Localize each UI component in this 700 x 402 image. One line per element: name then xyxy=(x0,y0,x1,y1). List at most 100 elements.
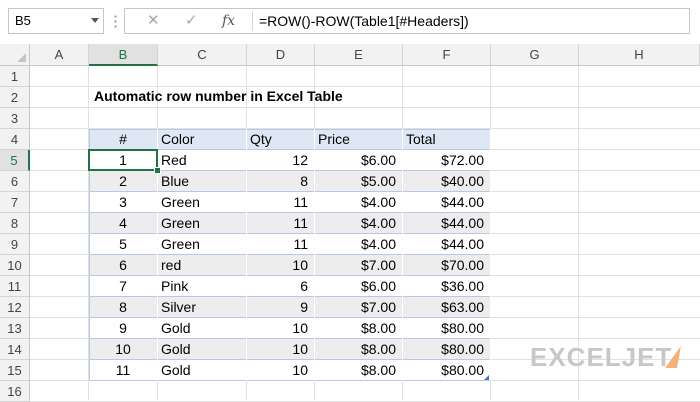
table-cell[interactable]: 10 xyxy=(247,360,315,381)
table-cell[interactable]: Blue xyxy=(158,171,247,192)
table-cell[interactable]: $44.00 xyxy=(403,213,491,234)
table-cell[interactable]: Red xyxy=(158,150,247,171)
table-cell[interactable]: $4.00 xyxy=(315,192,403,213)
formula-bar-splitter[interactable] xyxy=(114,14,117,28)
column-header-c[interactable]: C xyxy=(158,44,247,66)
table-header-cell[interactable]: Qty xyxy=(247,129,315,150)
row-header-16[interactable]: 16 xyxy=(0,381,30,402)
row-header-6[interactable]: 6 xyxy=(0,171,30,192)
table-header-cell[interactable]: Total xyxy=(403,129,491,150)
name-box-dropdown-icon[interactable] xyxy=(91,18,99,23)
table-cell[interactable]: 8 xyxy=(89,297,158,318)
select-all-corner[interactable] xyxy=(0,44,30,66)
table-cell[interactable]: 9 xyxy=(247,297,315,318)
row-header-3[interactable]: 3 xyxy=(0,108,30,129)
column-header-f[interactable]: F xyxy=(403,44,491,66)
insert-function-icon[interactable]: fx xyxy=(222,12,235,30)
table-cell[interactable]: 10 xyxy=(89,339,158,360)
table-cell[interactable]: 5 xyxy=(89,234,158,255)
column-header-b[interactable]: B xyxy=(89,44,158,66)
enter-icon[interactable]: ✓ xyxy=(185,12,198,30)
table-cell[interactable]: 11 xyxy=(89,360,158,381)
row-header-7[interactable]: 7 xyxy=(0,192,30,213)
row-header-5[interactable]: 5 xyxy=(0,150,30,171)
table-cell[interactable]: $7.00 xyxy=(315,255,403,276)
row-header-15[interactable]: 15 xyxy=(0,360,30,381)
row-header-14[interactable]: 14 xyxy=(0,339,30,360)
formula-bar: B5 ✕ ✓ fx =ROW()-ROW(Table1[#Headers]) xyxy=(0,0,700,44)
table-cell[interactable]: $80.00 xyxy=(403,360,491,381)
column-header-g[interactable]: G xyxy=(491,44,579,66)
table-cell[interactable]: 10 xyxy=(247,318,315,339)
table-cell[interactable]: Green xyxy=(158,213,247,234)
table-cell[interactable]: 7 xyxy=(89,276,158,297)
table-cell[interactable]: Green xyxy=(158,192,247,213)
cancel-icon[interactable]: ✕ xyxy=(147,12,160,30)
table-cell[interactable]: 10 xyxy=(247,339,315,360)
table-cell[interactable]: Gold xyxy=(158,360,247,381)
row-header-12[interactable]: 12 xyxy=(0,297,30,318)
table-cell[interactable]: 11 xyxy=(247,234,315,255)
table-cell[interactable]: $8.00 xyxy=(315,360,403,381)
table-resize-handle[interactable] xyxy=(484,375,489,380)
table-cell[interactable]: $80.00 xyxy=(403,339,491,360)
table-cell[interactable]: Green xyxy=(158,234,247,255)
name-box[interactable]: B5 xyxy=(8,8,104,34)
table-cell[interactable]: red xyxy=(158,255,247,276)
column-header-h[interactable]: H xyxy=(579,44,700,66)
table-cell[interactable]: 11 xyxy=(247,213,315,234)
table-cell[interactable]: $80.00 xyxy=(403,318,491,339)
table-header-cell[interactable]: # xyxy=(89,129,158,150)
table-header-cell[interactable]: Color xyxy=(158,129,247,150)
active-cell-outline[interactable] xyxy=(88,149,158,171)
table-cell[interactable]: $5.00 xyxy=(315,171,403,192)
table-cell[interactable]: 8 xyxy=(247,171,315,192)
table-cell[interactable]: 10 xyxy=(247,255,315,276)
table-cell[interactable]: 12 xyxy=(247,150,315,171)
table-cell[interactable]: 11 xyxy=(247,192,315,213)
table-cell[interactable]: 9 xyxy=(89,318,158,339)
row-header-4[interactable]: 4 xyxy=(0,129,30,150)
table-cell[interactable]: $63.00 xyxy=(403,297,491,318)
table-cell[interactable]: $6.00 xyxy=(315,276,403,297)
table-cell[interactable]: Pink xyxy=(158,276,247,297)
table-cell[interactable]: $44.00 xyxy=(403,234,491,255)
row-header-11[interactable]: 11 xyxy=(0,276,30,297)
formula-divider xyxy=(252,11,253,31)
table-cell[interactable]: 3 xyxy=(89,192,158,213)
table-cell[interactable]: $6.00 xyxy=(315,150,403,171)
table-cell[interactable]: 4 xyxy=(89,213,158,234)
formula-bar-buttons: ✕ ✓ fx xyxy=(125,9,245,33)
table-cell[interactable]: $36.00 xyxy=(403,276,491,297)
row-header-9[interactable]: 9 xyxy=(0,234,30,255)
column-header-d[interactable]: D xyxy=(247,44,315,66)
fill-handle[interactable] xyxy=(154,167,161,174)
row-header-8[interactable]: 8 xyxy=(0,213,30,234)
table-cell[interactable]: $8.00 xyxy=(315,339,403,360)
row-header-10[interactable]: 10 xyxy=(0,255,30,276)
table-cell[interactable]: Silver xyxy=(158,297,247,318)
table-header-cell[interactable]: Price xyxy=(315,129,403,150)
table-cell[interactable]: $4.00 xyxy=(315,234,403,255)
table-cell[interactable]: $7.00 xyxy=(315,297,403,318)
formula-input-box[interactable]: ✕ ✓ fx =ROW()-ROW(Table1[#Headers]) xyxy=(124,8,690,34)
table-cell[interactable]: 2 xyxy=(89,171,158,192)
row-header-1[interactable]: 1 xyxy=(0,66,30,87)
spreadsheet-grid[interactable]: A B C D E F G H 1 2 3 4 5 6 7 8 9 10 11 12 13 14 15 16 Automatic… xyxy=(0,44,700,402)
column-header-a[interactable]: A xyxy=(30,44,89,66)
table-cell[interactable]: $8.00 xyxy=(315,318,403,339)
row-header-2[interactable]: 2 xyxy=(0,87,30,108)
table-cell[interactable]: $40.00 xyxy=(403,171,491,192)
sheet-title[interactable]: Automatic row number in Excel Table xyxy=(94,88,343,104)
table-cell[interactable]: $4.00 xyxy=(315,213,403,234)
table-cell[interactable]: $44.00 xyxy=(403,192,491,213)
table-cell[interactable]: 6 xyxy=(247,276,315,297)
table-cell[interactable]: $72.00 xyxy=(403,150,491,171)
table-cell[interactable]: Gold xyxy=(158,339,247,360)
formula-text[interactable]: =ROW()-ROW(Table1[#Headers]) xyxy=(259,9,469,33)
table-cell[interactable]: Gold xyxy=(158,318,247,339)
row-header-13[interactable]: 13 xyxy=(0,318,30,339)
table-cell[interactable]: $70.00 xyxy=(403,255,491,276)
column-header-e[interactable]: E xyxy=(315,44,403,66)
table-cell[interactable]: 6 xyxy=(89,255,158,276)
